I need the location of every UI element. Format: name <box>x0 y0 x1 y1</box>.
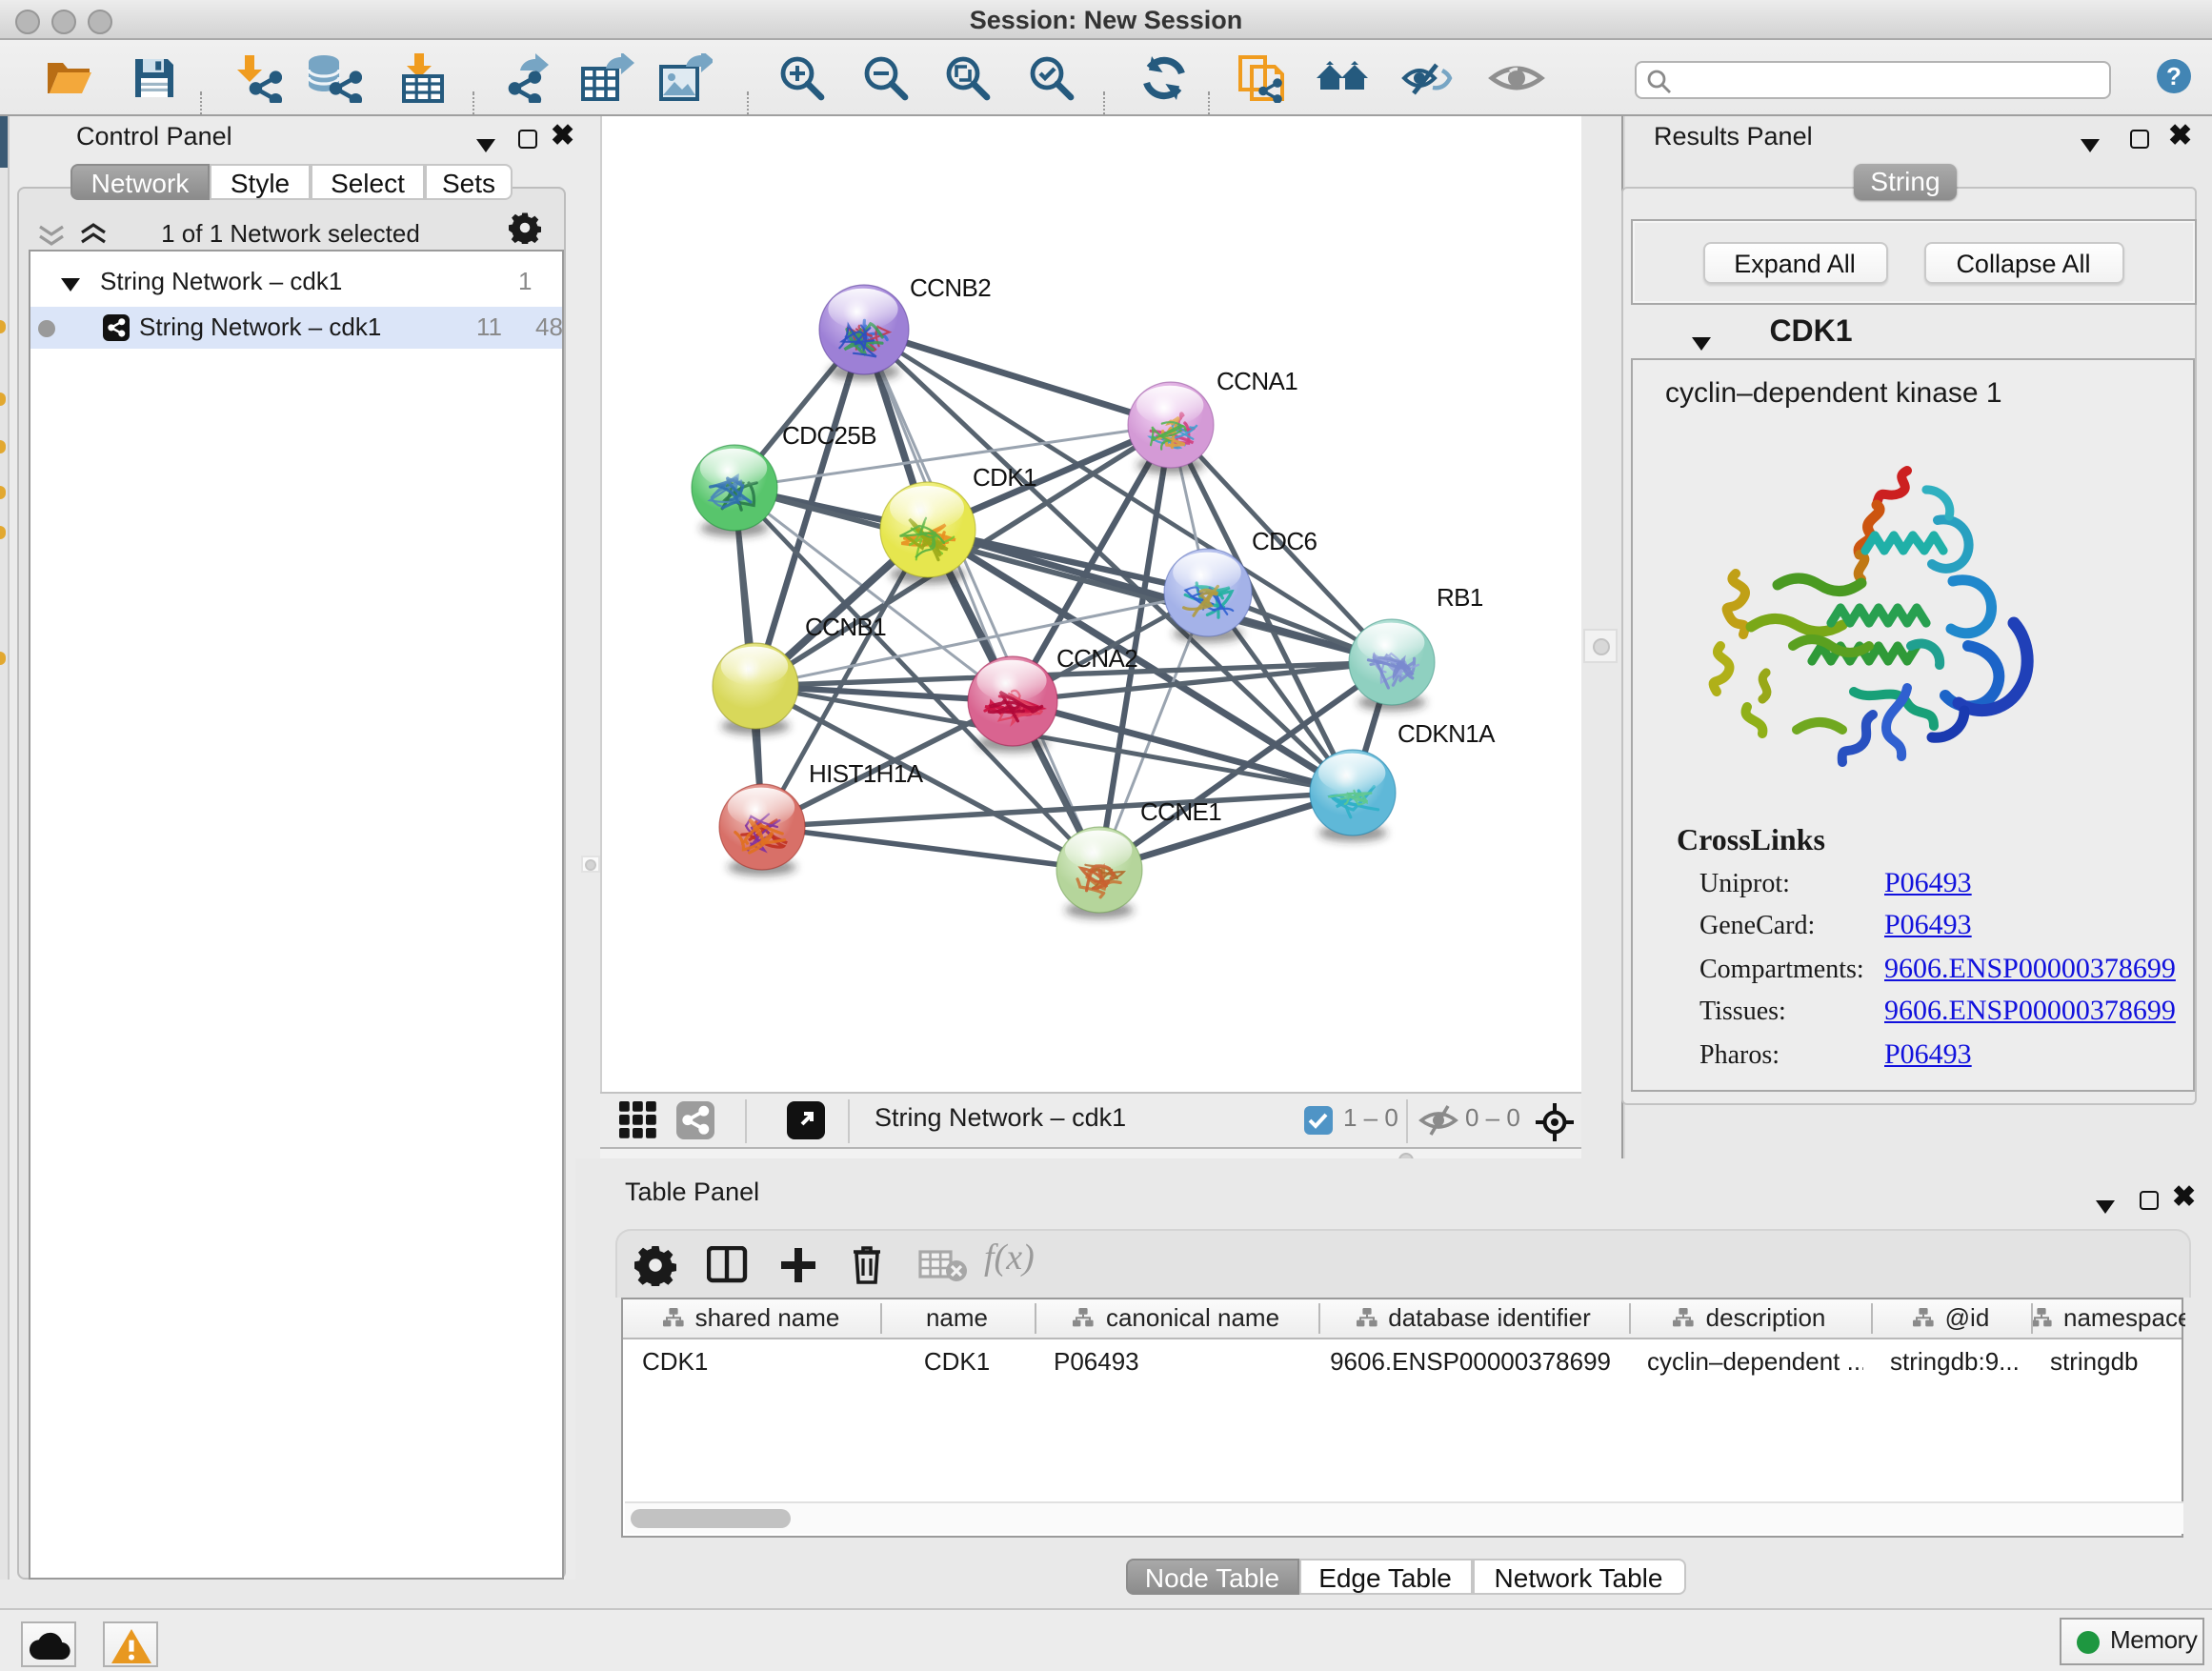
svg-text:CCNA2: CCNA2 <box>1056 644 1136 673</box>
svg-text:CDKN1A: CDKN1A <box>1397 719 1495 748</box>
svg-text:CDC25B: CDC25B <box>781 421 875 450</box>
svg-text:CCNA1: CCNA1 <box>1216 367 1297 395</box>
svg-text:RB1: RB1 <box>1436 583 1482 612</box>
svg-text:CCNE1: CCNE1 <box>1139 797 1220 826</box>
svg-text:?: ? <box>2166 62 2182 91</box>
svg-text:CCNB2: CCNB2 <box>909 273 990 302</box>
svg-text:CDK1: CDK1 <box>972 463 1036 492</box>
svg-text:CCNB1: CCNB1 <box>804 613 885 641</box>
svg-text:CDC6: CDC6 <box>1251 527 1317 555</box>
svg-text:HIST1H1A: HIST1H1A <box>808 759 923 788</box>
